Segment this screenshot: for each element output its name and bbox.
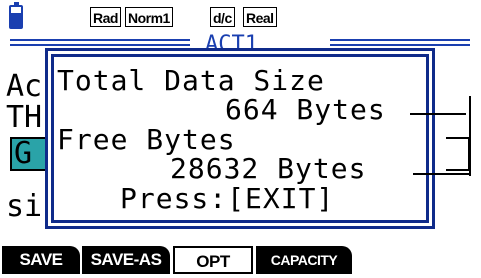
calculator-screen: Rad Norm1 d/c Real ACT1 Ac TH G si Total… [0,0,481,278]
title-rule-left-top [10,39,190,41]
background-text-line-1: Ac [6,69,43,104]
fraction-mode-badge: d/c [210,7,235,27]
dialog-free-bytes-label: Free Bytes [57,123,236,156]
background-right-bar [469,96,471,176]
dialog-free-bytes-value: 28632 Bytes [170,152,367,185]
total-size-leader-line [410,113,466,115]
f4-capacity-button[interactable]: CAPACITY [256,246,352,274]
title-rule-left-bottom [10,44,190,46]
free-bytes-leader-line [413,173,469,175]
f1-save-button[interactable]: SAVE [2,246,80,274]
status-bar: Rad Norm1 d/c Real [0,0,481,36]
display-mode-badge: Norm1 [125,7,173,27]
function-key-bar: SAVE SAVE-AS OPT CAPACITY [0,244,481,278]
title-rule-right-bottom [330,44,470,46]
background-box-edge [446,137,470,171]
dialog-total-size-value: 664 Bytes [225,93,386,126]
f3-opt-button[interactable]: OPT [173,246,253,274]
dialog-total-size-label: Total Data Size [57,64,325,97]
angle-mode-badge: Rad [90,7,121,27]
background-text-line-4: si [6,189,43,224]
dialog-exit-prompt: Press:[EXIT] [120,182,335,215]
complex-mode-badge: Real [243,7,277,27]
f2-save-as-button[interactable]: SAVE-AS [82,246,170,274]
battery-icon [9,2,23,29]
background-text-line-2: TH [6,100,43,135]
background-text-line-3: G [14,136,33,171]
title-rule-right-top [330,39,470,41]
